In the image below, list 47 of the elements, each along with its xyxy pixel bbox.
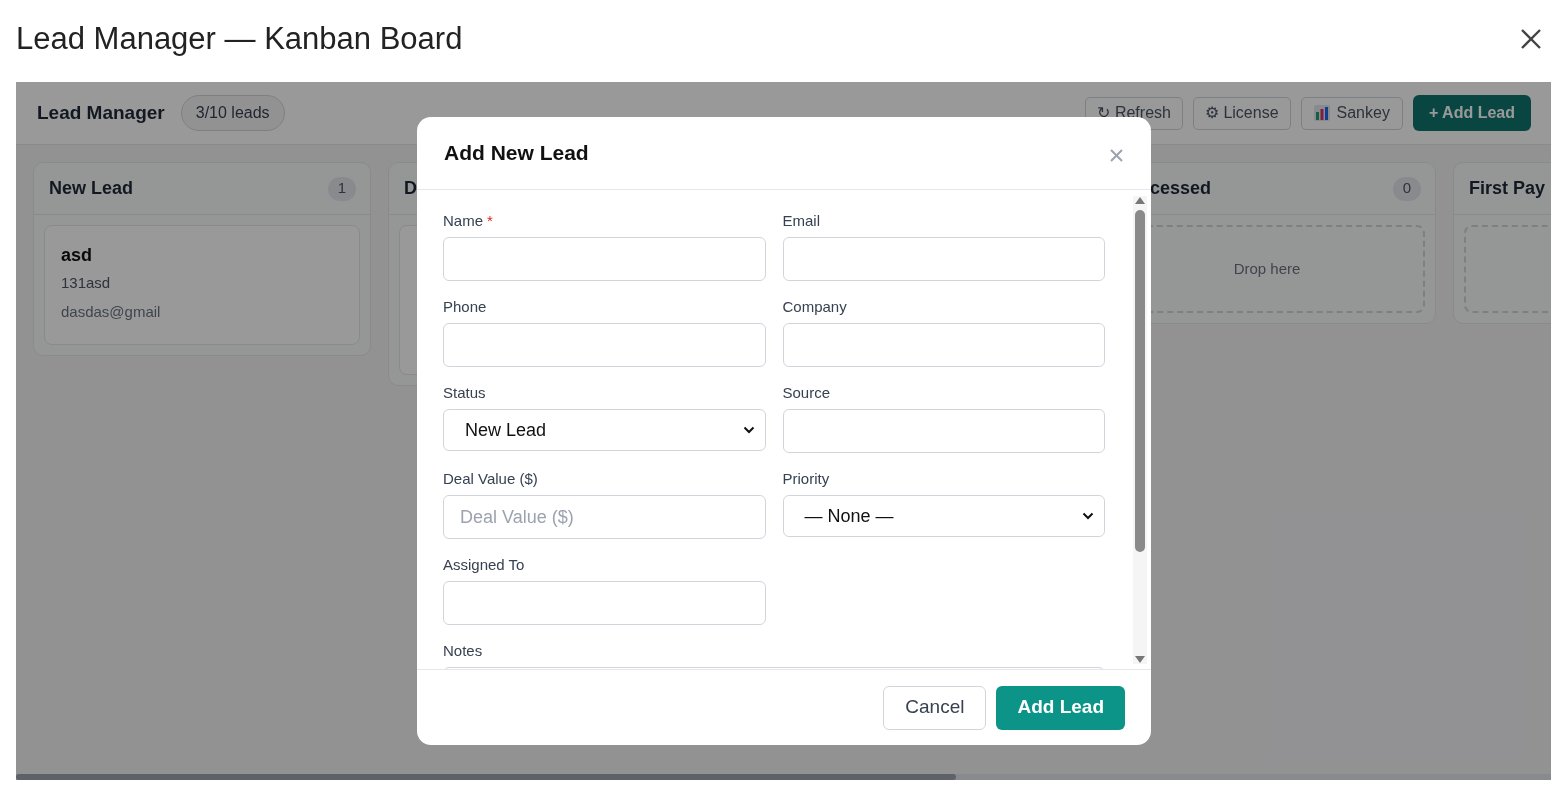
- count-badge: 0: [1393, 176, 1421, 201]
- column-title: First Pay: [1469, 177, 1546, 200]
- scroll-down-icon[interactable]: [1134, 656, 1146, 664]
- lead-card[interactable]: asd 131asd dasdas@gmail: [44, 225, 360, 345]
- board-title: Lead Manager: [37, 100, 165, 125]
- input-field[interactable]: [782, 323, 1105, 367]
- input-field[interactable]: [443, 237, 766, 281]
- field-label: Deal Value ($): [443, 469, 539, 489]
- add-lead-button[interactable]: + Add Lead: [1412, 95, 1531, 131]
- select-field[interactable]: — None —: [782, 495, 1105, 537]
- add-lead-button[interactable]: Add Lead: [996, 685, 1125, 730]
- drop-hint: Drop here: [1233, 258, 1301, 279]
- lead-phone: 131asd: [61, 273, 112, 293]
- dialog-title: Add New Lead: [444, 140, 589, 167]
- window-title: Lead Manager — Kanban Board: [16, 19, 463, 58]
- field-label: Priority: [782, 469, 831, 489]
- field-label: Phone: [443, 297, 488, 317]
- chevron-down-icon: [1082, 512, 1094, 520]
- cancel-button[interactable]: Cancel: [883, 685, 987, 730]
- input-field[interactable]: Deal Value ($): [443, 495, 766, 539]
- sankey-button[interactable]: Sankey: [1300, 96, 1403, 130]
- lead-email: dasdas@gmail: [61, 301, 162, 322]
- close-icon[interactable]: [1520, 28, 1542, 50]
- select-field[interactable]: New Lead: [443, 409, 766, 451]
- horizontal-scrollbar[interactable]: [16, 774, 1551, 780]
- field-label: Email: [782, 211, 821, 231]
- input-field[interactable]: [782, 409, 1105, 453]
- column-title: cessed: [1150, 177, 1212, 200]
- input-field[interactable]: [443, 323, 766, 367]
- chevron-down-icon: [742, 426, 755, 434]
- field-label: Notes: [443, 641, 484, 661]
- lead-count-badge: 3/10 leads: [180, 95, 285, 131]
- input-field[interactable]: [443, 581, 766, 625]
- field-label: Assigned To: [443, 555, 526, 575]
- lead-name: asd: [61, 244, 94, 267]
- field-label: Name *: [443, 211, 494, 231]
- scroll-up-icon[interactable]: [1134, 196, 1146, 204]
- field-label: Company: [782, 297, 848, 317]
- field-label: Status: [443, 383, 487, 403]
- field-label: Source: [782, 383, 832, 403]
- vertical-scrollbar[interactable]: [1133, 196, 1147, 664]
- count-badge: 1: [328, 176, 356, 201]
- column-title: D: [404, 177, 417, 200]
- column-title: New Lead: [49, 177, 134, 200]
- bar-chart-icon: [1313, 105, 1330, 121]
- input-field[interactable]: [782, 237, 1105, 281]
- license-button[interactable]: ⚙ License: [1192, 96, 1291, 130]
